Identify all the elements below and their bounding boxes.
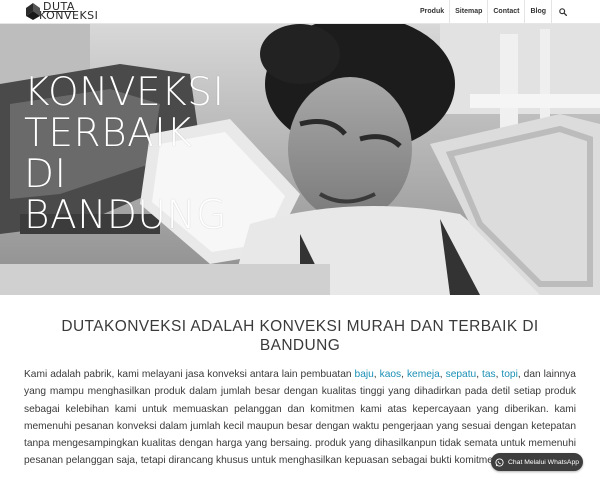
- link-baju[interactable]: baju: [355, 369, 374, 380]
- search-button[interactable]: [551, 0, 568, 23]
- hero-banner: KONVEKSI TERBAIK DI BANDUNG: [0, 24, 600, 295]
- link-sepatu[interactable]: sepatu: [446, 369, 477, 380]
- hero-title: KONVEKSI TERBAIK DI BANDUNG: [24, 72, 324, 236]
- link-kemeja[interactable]: kemeja: [407, 369, 440, 380]
- search-icon: [559, 7, 567, 16]
- whatsapp-icon: [495, 457, 504, 467]
- site-header: DUTA KONVEKSI Produk Sitemap Contact Blo…: [0, 0, 600, 24]
- nav-item-blog[interactable]: Blog: [524, 0, 551, 23]
- logo-line2: KONVEKSI: [39, 9, 99, 22]
- nav-item-contact[interactable]: Contact: [487, 0, 524, 23]
- main-nav: Produk Sitemap Contact Blog: [415, 0, 568, 23]
- hero-title-line: TERBAIK: [24, 111, 193, 156]
- hero-title-line: BANDUNG: [24, 193, 227, 238]
- intro-text: Kami adalah pabrik, kami melayani jasa k…: [24, 369, 352, 380]
- body-text: , dan lainnya yang mampu menghasilkan pr…: [24, 369, 576, 467]
- whatsapp-chat-button[interactable]: Chat Melalui WhatsApp: [491, 453, 583, 471]
- link-kaos[interactable]: kaos: [380, 369, 402, 380]
- nav-item-produk[interactable]: Produk: [415, 0, 449, 23]
- nav-item-sitemap[interactable]: Sitemap: [449, 0, 487, 23]
- link-tas[interactable]: tas: [482, 369, 496, 380]
- hero-title-line: DI: [24, 152, 67, 197]
- link-topi[interactable]: topi: [501, 369, 517, 380]
- hero-title-line: KONVEKSI: [24, 70, 225, 115]
- whatsapp-label: Chat Melalui WhatsApp: [507, 458, 580, 466]
- page-headline: DUTAKONVEKSI ADALAH KONVEKSI MURAH DAN T…: [61, 318, 539, 354]
